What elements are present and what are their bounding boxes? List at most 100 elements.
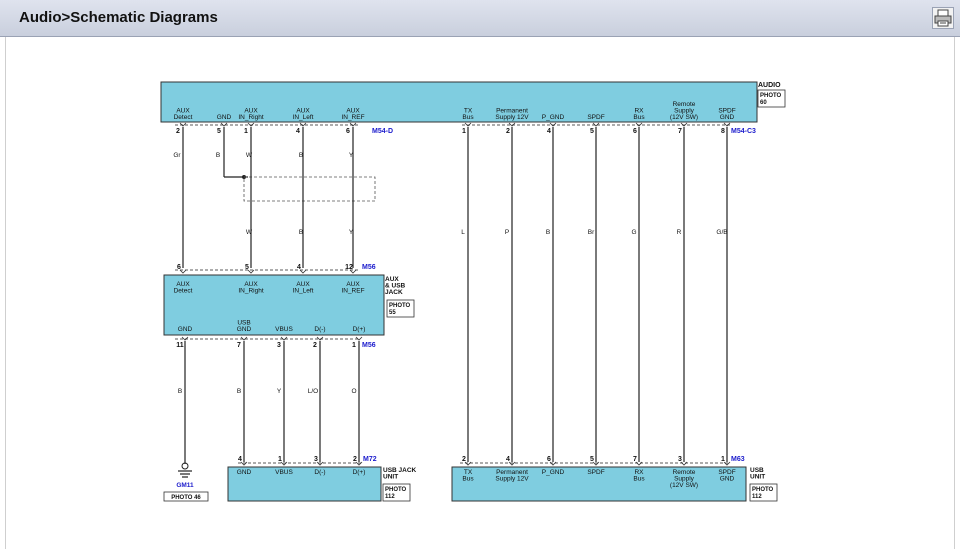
pin-mark — [299, 122, 307, 127]
pin-mark — [181, 336, 189, 341]
wire-color-label: B — [216, 152, 220, 159]
pin-mark — [592, 461, 600, 466]
connector-id: M63 — [731, 456, 745, 463]
usb-jack-pin-label: VBUS — [275, 469, 293, 476]
jack-pin-number: 11 — [176, 342, 184, 349]
pin-mark — [179, 122, 187, 127]
pin-mark — [680, 122, 688, 127]
wire-color-label: W — [246, 152, 253, 159]
audio-pin-label: Remote Supply (12V SW) — [670, 101, 698, 121]
wire-color-label: B — [237, 388, 241, 395]
jack-pin-number: 7 — [237, 342, 241, 349]
jack-pin-label: D(-) — [314, 326, 325, 333]
usb-unit-pin-label: SPDF GND — [718, 469, 735, 483]
jack-pin-number: 3 — [277, 342, 281, 349]
wire-color-label: B — [299, 152, 303, 159]
jack-pin-label: USB GND — [237, 320, 252, 334]
ground-name: GM11 — [176, 482, 194, 489]
usb-jack-pin-label: D(-) — [314, 469, 325, 476]
wire-color-label: P — [505, 229, 509, 236]
usb-jack-unit-name: USB JACK UNIT — [383, 467, 417, 481]
pin-mark — [299, 269, 307, 274]
audio-pin-number: 2 — [506, 128, 510, 135]
wire-color-label: B — [178, 388, 182, 395]
pin-mark — [280, 461, 288, 466]
jack-pin-label: D(+) — [353, 326, 366, 333]
connector-id: M56 — [362, 264, 376, 271]
pin-mark — [316, 461, 324, 466]
audio-pin-number: 2 — [176, 128, 180, 135]
wire-color-label: Gr — [173, 152, 181, 159]
wire-color-label: L/O — [308, 388, 318, 395]
wire-color-label: O — [351, 388, 356, 395]
wire-color-label: G/B — [716, 229, 727, 236]
pin-mark — [247, 122, 255, 127]
jack-pin-label: GND — [178, 326, 193, 333]
pin-mark — [247, 269, 255, 274]
audio-pin-number: 8 — [721, 128, 725, 135]
wire-color-label: B — [546, 229, 550, 236]
wire-color-label: R — [677, 229, 682, 236]
jack-pin-number: 1 — [352, 342, 356, 349]
wire-color-label: G — [631, 229, 636, 236]
audio-pin-number: 6 — [633, 128, 637, 135]
audio-pin-label: Permanent Supply 12V — [495, 108, 529, 122]
audio-pin-number: 4 — [296, 128, 300, 135]
pin-mark — [635, 122, 643, 127]
audio-pin-label: SPDF GND — [718, 108, 735, 122]
usb-unit-pin-label: Permanent Supply 12V — [495, 469, 529, 483]
pin-mark — [723, 122, 731, 127]
connector-id: M54-C3 — [731, 128, 756, 135]
wire-color-label: Br — [588, 229, 595, 236]
wire-color-label: L — [461, 229, 465, 236]
audio-pin-number: 5 — [590, 128, 594, 135]
pin-mark — [592, 122, 600, 127]
usb-unit-pin-label: SPDF — [587, 469, 604, 476]
wire-color-label: Y — [277, 388, 282, 395]
usb-jack-pin-label: GND — [237, 469, 252, 476]
audio-pin-label: GND — [217, 114, 232, 121]
pin-mark — [355, 336, 363, 341]
audio-pin-number: 4 — [547, 128, 551, 135]
connector-id: M56 — [362, 342, 376, 349]
audio-pin-number: 1 — [462, 128, 466, 135]
audio-pin-number: 1 — [244, 128, 248, 135]
jack-pin-number: 12 — [345, 264, 353, 271]
pin-mark — [240, 336, 248, 341]
usb-jack-pin-label: D(+) — [353, 469, 366, 476]
pin-mark — [464, 461, 472, 466]
pin-mark — [220, 122, 228, 127]
pin-mark — [355, 461, 363, 466]
ground-photo-label: PHOTO 46 — [171, 495, 201, 501]
usb-unit-pin-label: Remote Supply (12V SW) — [670, 469, 698, 489]
audio-pin-number: 7 — [678, 128, 682, 135]
pin-mark — [508, 122, 516, 127]
shield-box — [243, 176, 376, 202]
usb-unit-name: USB UNIT — [750, 467, 765, 481]
pin-mark — [179, 269, 187, 274]
audio-pin-label: SPDF — [587, 114, 604, 121]
connector-id: M54-D — [372, 128, 393, 135]
wire-color-label: W — [246, 229, 253, 236]
jack-pin-number: 2 — [313, 342, 317, 349]
wire-color-label: Y — [349, 229, 354, 236]
audio-unit-name: AUDIO — [758, 82, 781, 89]
audio-pin-number: 5 — [217, 128, 221, 135]
pin-mark — [508, 461, 516, 466]
wire-color-label: Y — [349, 152, 354, 159]
audio-pin-label: P_GND — [542, 114, 565, 121]
pin-mark — [549, 461, 557, 466]
pin-mark — [635, 461, 643, 466]
pin-mark — [549, 122, 557, 127]
pin-mark — [680, 461, 688, 466]
aux-usb-jack-name: AUX & USB JACK — [385, 276, 406, 296]
jack-pin-label: VBUS — [275, 326, 293, 333]
connector-id: M72 — [363, 456, 377, 463]
wire-color-label: B — [299, 229, 303, 236]
pin-mark — [349, 269, 357, 274]
audio-pin-number: 6 — [346, 128, 350, 135]
usb-unit-pin-label: P_GND — [542, 469, 565, 476]
pin-mark — [316, 336, 324, 341]
pin-mark — [723, 461, 731, 466]
pin-mark — [240, 461, 248, 466]
